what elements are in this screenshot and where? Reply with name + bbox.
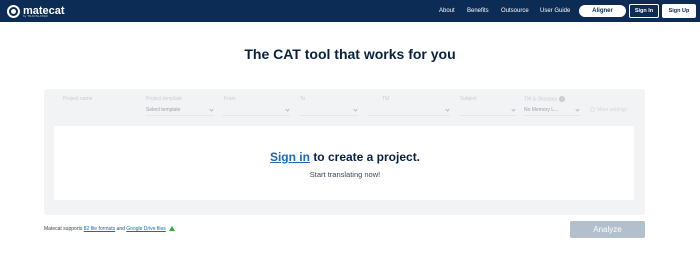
from-label: From — [224, 96, 236, 102]
target-language-select[interactable] — [300, 106, 358, 116]
nav-benefits[interactable]: Benefits — [467, 8, 489, 14]
subject-select[interactable] — [460, 106, 516, 116]
chevron-down-icon — [353, 107, 358, 112]
signin-prompt: Sign in to create a project. — [0, 150, 690, 164]
nav-user-guide[interactable]: User Guide — [540, 8, 570, 14]
tm-glossary-value: No Memory L... — [524, 107, 559, 113]
start-translating-text: Start translating now! — [309, 170, 381, 179]
help-icon[interactable]: ? — [559, 96, 566, 102]
source-language-select[interactable] — [222, 106, 290, 116]
tm-glossary-label: TM & Glossary? — [524, 96, 566, 103]
project-template-value: Select template — [146, 107, 181, 113]
footnote-prefix: Matecat supports — [44, 226, 83, 232]
signin-link[interactable]: Sign in — [270, 150, 310, 164]
signin-button[interactable]: Sign In — [629, 4, 659, 18]
matecat-logo[interactable]: matecat by TRANSLATED — [7, 3, 65, 19]
subject-label: Subject — [460, 96, 477, 102]
chevron-down-icon — [209, 107, 214, 112]
signin-prompt-text: to create a project. — [313, 150, 421, 164]
supported-formats-note: Matecat supports 82 file formats and Goo… — [44, 226, 176, 232]
nav-outsource[interactable]: Outsource — [501, 8, 529, 14]
nav-about[interactable]: About — [439, 8, 455, 14]
chevron-down-icon — [511, 107, 516, 112]
project-template-select[interactable]: Select template — [146, 106, 214, 116]
chevron-down-icon — [285, 107, 290, 112]
google-drive-icon — [169, 226, 176, 232]
top-navbar: matecat by TRANSLATED About Benefits Out… — [0, 0, 700, 22]
google-drive-link[interactable]: Google Drive files — [126, 226, 165, 232]
project-name-label: Project name — [63, 96, 93, 102]
tm-label: TM — [382, 96, 390, 102]
tm-glossary-select[interactable]: No Memory L... — [524, 106, 580, 116]
more-settings-link[interactable]: More settings — [597, 107, 627, 113]
signup-button[interactable]: Sign Up — [662, 4, 696, 18]
logo-subtext: by TRANSLATED — [23, 14, 48, 18]
file-formats-link[interactable]: 82 file formats — [84, 226, 115, 232]
analyze-button[interactable]: Analyze — [570, 221, 645, 238]
chevron-down-icon — [445, 107, 450, 112]
to-label: To — [300, 96, 306, 102]
page-headline: The CAT tool that works for you — [244, 46, 456, 62]
project-template-label: Project template — [146, 96, 183, 102]
chevron-down-icon — [575, 107, 580, 112]
aligner-button[interactable]: Aligner — [579, 5, 626, 17]
tm-select[interactable] — [368, 106, 450, 116]
gear-icon[interactable] — [590, 107, 595, 112]
footnote-mid: and — [116, 226, 125, 232]
matecat-logo-icon — [7, 4, 20, 18]
